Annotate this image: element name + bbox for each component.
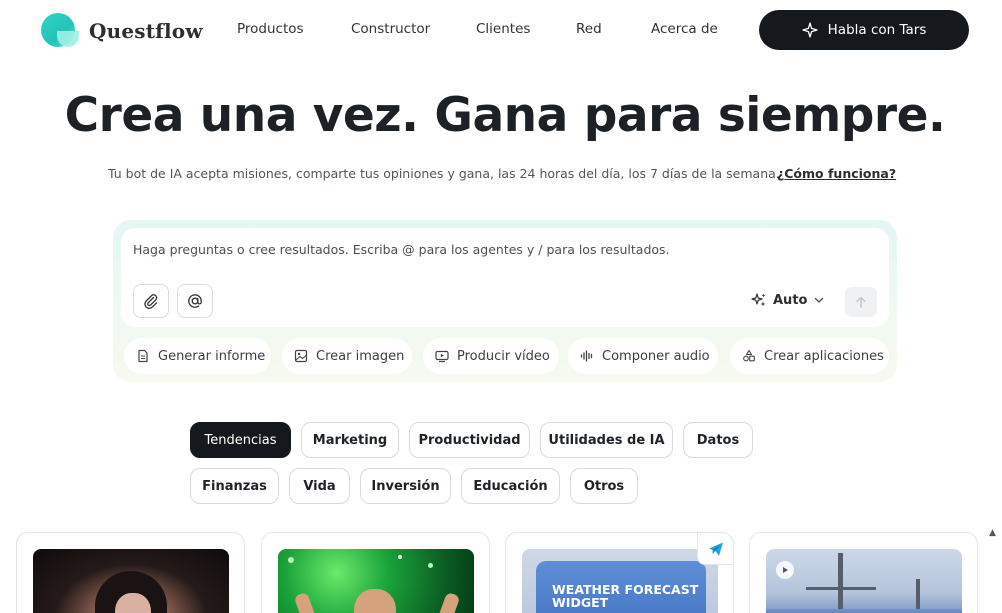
agent-card[interactable]	[261, 532, 490, 613]
talk-to-tars-button[interactable]: Habla con Tars	[759, 10, 969, 50]
video-icon	[435, 350, 449, 363]
agent-card[interactable]	[749, 532, 978, 613]
card-thumbnail	[278, 549, 474, 613]
card-thumbnail: WEATHER FORECAST WIDGET	[522, 549, 718, 613]
at-sign-icon	[188, 294, 202, 308]
hero-subtitle: Tu bot de IA acepta misiones, comparte t…	[108, 166, 780, 181]
prompt-editor: Auto	[121, 228, 889, 327]
waveform-icon	[580, 350, 593, 362]
category-finanzas[interactable]: Finanzas	[190, 468, 279, 504]
brand-logo[interactable]: Questflow	[41, 13, 203, 49]
category-educacion[interactable]: Educación	[461, 468, 560, 504]
top-header: Questflow Productos Constructor Clientes…	[0, 0, 1002, 62]
nav-constructor[interactable]: Constructor	[351, 21, 430, 37]
mode-selector[interactable]: Auto	[751, 292, 825, 308]
hero-title: Crea una vez. Gana para siempre.	[64, 88, 946, 143]
mention-button[interactable]	[177, 284, 213, 318]
play-icon[interactable]	[776, 561, 794, 579]
chevron-down-icon	[815, 297, 824, 303]
paperclip-icon	[144, 294, 158, 309]
arrow-up-icon	[856, 296, 866, 308]
agent-card[interactable]: WEATHER FORECAST WIDGET	[505, 532, 734, 613]
attach-button[interactable]	[133, 284, 169, 318]
card-thumb-text: WEATHER FORECAST WIDGET	[552, 582, 699, 610]
nav-red[interactable]: Red	[576, 21, 602, 37]
card-thumbnail	[33, 549, 229, 613]
brand-name: Questflow	[89, 19, 203, 43]
category-datos[interactable]: Datos	[683, 422, 753, 458]
category-vida[interactable]: Vida	[289, 468, 350, 504]
mode-label: Auto	[773, 292, 808, 308]
category-tendencias[interactable]: Tendencias	[190, 422, 291, 458]
how-it-works-link[interactable]: ¿Cómo funciona?	[777, 166, 896, 181]
scrollbar-up-arrow[interactable]: ▲	[989, 528, 996, 538]
category-productividad[interactable]: Productividad	[409, 422, 530, 458]
generate-report-chip[interactable]: Generar informe	[124, 338, 271, 374]
category-marketing[interactable]: Marketing	[301, 422, 399, 458]
prompt-panel: Auto Generar informe Crear imag	[113, 220, 897, 382]
card-thumbnail	[766, 549, 962, 613]
create-image-chip[interactable]: Crear imagen	[282, 338, 412, 374]
compose-audio-chip[interactable]: Componer audio	[568, 338, 718, 374]
prompt-input[interactable]	[133, 242, 833, 257]
apps-icon	[743, 349, 755, 362]
nav-productos[interactable]: Productos	[237, 21, 304, 37]
cta-label: Habla con Tars	[827, 22, 927, 38]
chip-label: Crear aplicaciones	[764, 348, 884, 364]
telegram-icon	[708, 542, 723, 556]
chip-label: Generar informe	[158, 348, 266, 364]
nav-clientes[interactable]: Clientes	[476, 21, 530, 37]
nav-acerca-de[interactable]: Acerca de	[651, 21, 718, 37]
chip-label: Crear imagen	[316, 348, 405, 364]
agent-card[interactable]	[16, 532, 245, 613]
sparkles-icon	[751, 293, 766, 307]
sparkle-icon	[801, 22, 818, 38]
category-utilidades-ia[interactable]: Utilidades de IA	[540, 422, 673, 458]
create-apps-chip[interactable]: Crear aplicaciones	[730, 338, 889, 374]
chip-label: Componer audio	[602, 348, 710, 364]
document-icon	[138, 349, 148, 363]
chip-label: Producir vídeo	[457, 348, 550, 364]
logo-mark-icon	[41, 13, 81, 49]
category-inversion[interactable]: Inversión	[360, 468, 451, 504]
send-button[interactable]	[845, 287, 877, 317]
card-badge	[697, 533, 733, 565]
produce-video-chip[interactable]: Producir vídeo	[423, 338, 559, 374]
image-icon	[294, 349, 308, 363]
category-otros[interactable]: Otros	[570, 468, 638, 504]
